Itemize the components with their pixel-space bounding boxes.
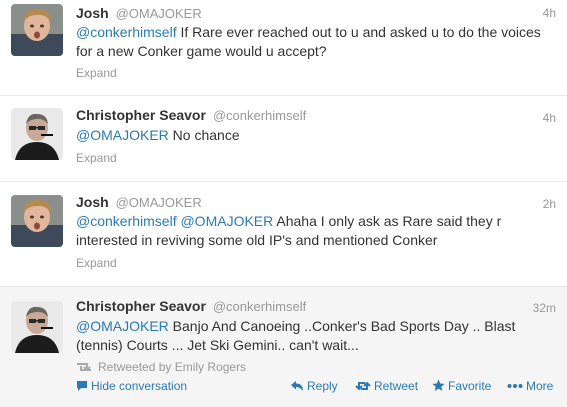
more-button[interactable]: More (507, 378, 553, 394)
tweet-timestamp[interactable]: 32m (533, 299, 556, 317)
tweet-text: @OMAJOKER Banjo And Canoeing ..Conker's … (76, 317, 546, 355)
expand-link[interactable]: Expand (76, 150, 117, 166)
retweet-icon (355, 381, 371, 391)
tweet-fullname[interactable]: Josh (76, 194, 109, 210)
retweet-button[interactable]: Retweet (355, 378, 418, 394)
retweet-label: Retweet (374, 379, 419, 393)
tweet-fullname[interactable]: Josh (76, 5, 109, 21)
tweet-body: No chance (168, 127, 240, 143)
tweet-mention[interactable]: @OMAJOKER (76, 127, 169, 143)
more-label: More (526, 379, 554, 393)
tweet-text: @conkerhimself If Rare ever reached out … (76, 23, 546, 61)
retweeted-by-text[interactable]: Retweeted by Emily Rogers (98, 360, 246, 374)
speech-bubble-icon (77, 381, 87, 391)
favorite-button[interactable]: Favorite (432, 378, 491, 394)
avatar-josh[interactable] (11, 4, 63, 56)
tweet-username[interactable]: @conkerhimself (213, 108, 306, 123)
tweet-timestamp[interactable]: 4h (543, 4, 556, 22)
tweet-mention[interactable]: @conkerhimself @OMAJOKER (76, 213, 273, 229)
avatar-josh[interactable] (11, 195, 63, 247)
tweet-item-expanded[interactable]: Christopher Seavor @conkerhimself 32m @O… (0, 287, 567, 407)
tweet-mention[interactable]: @OMAJOKER (76, 318, 169, 334)
tweet-timeline: Josh @OMAJOKER 4h @conkerhimself If Rare… (0, 0, 567, 407)
tweet-username[interactable]: @conkerhimself (213, 299, 306, 314)
avatar-christopher-seavor[interactable] (11, 108, 63, 160)
tweet-fullname[interactable]: Christopher Seavor (76, 298, 206, 314)
hide-conversation-label: Hide conversation (91, 379, 188, 393)
hide-conversation-link[interactable]: Hide conversation (76, 378, 187, 394)
tweet-mention[interactable]: @conkerhimself (76, 24, 177, 40)
reply-icon (291, 381, 303, 391)
tweet-username[interactable]: @OMAJOKER (116, 6, 202, 21)
tweet-fullname[interactable]: Christopher Seavor (76, 107, 206, 123)
tweet-item[interactable]: Christopher Seavor @conkerhimself 4h @OM… (0, 96, 567, 182)
tweet-text: @OMAJOKER No chance (76, 126, 546, 145)
avatar-christopher-seavor[interactable] (11, 301, 63, 353)
favorite-label: Favorite (448, 379, 492, 393)
reply-label: Reply (307, 379, 338, 393)
star-icon (432, 379, 445, 391)
retweet-small-icon (76, 361, 92, 377)
more-dots-icon (507, 384, 523, 388)
tweet-username[interactable]: @OMAJOKER (116, 195, 202, 210)
tweet-timestamp[interactable]: 2h (543, 195, 556, 213)
expand-link[interactable]: Expand (76, 65, 117, 81)
tweet-item[interactable]: Josh @OMAJOKER 4h @conkerhimself If Rare… (0, 0, 567, 96)
tweet-item[interactable]: Josh @OMAJOKER 2h @conkerhimself @OMAJOK… (0, 182, 567, 287)
reply-button[interactable]: Reply (290, 378, 338, 394)
tweet-timestamp[interactable]: 4h (543, 109, 556, 127)
retweeted-by-line: Retweeted by Emily Rogers (76, 359, 246, 377)
tweet-text: @conkerhimself @OMAJOKER Ahaha I only as… (76, 212, 546, 250)
expand-link[interactable]: Expand (76, 255, 117, 271)
